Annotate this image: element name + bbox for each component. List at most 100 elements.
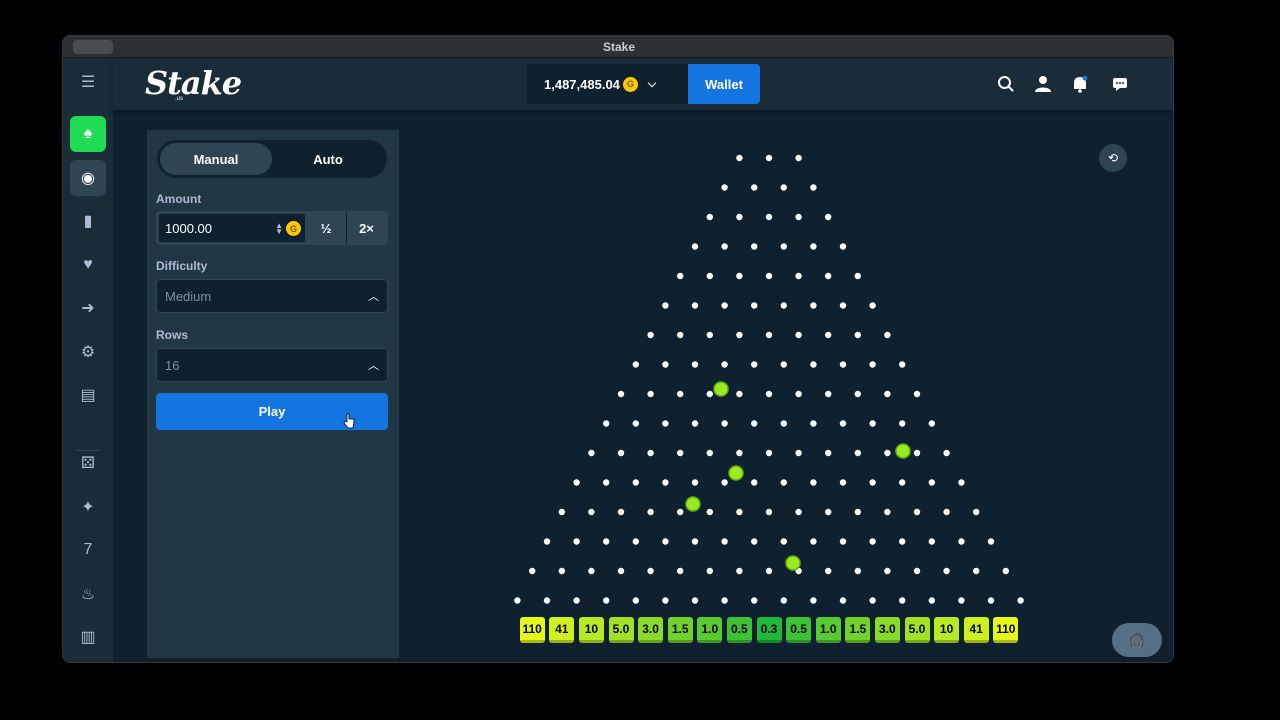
stake-logo[interactable]: Stake	[145, 64, 242, 102]
peg	[765, 449, 773, 457]
plinko-ball	[713, 381, 729, 397]
peg	[706, 390, 713, 398]
plinko-board: ⟲ 110 41 10 5.0 3.0 1.5 1.0 0.5 0.3 0.5 1.0 1.5 3.0 5…	[399, 130, 1141, 658]
peg	[795, 449, 802, 457]
heart-icon[interactable]: ♥	[70, 247, 106, 283]
tab-auto[interactable]: Auto	[272, 143, 384, 175]
peg	[869, 538, 876, 545]
peg	[647, 449, 654, 457]
peg	[543, 538, 551, 545]
peg	[928, 420, 935, 427]
peg	[825, 567, 832, 575]
casino-icon[interactable]: ♠	[70, 116, 106, 152]
peg	[854, 390, 861, 398]
peg	[854, 331, 861, 339]
half-amount-button[interactable]: ½	[306, 211, 346, 245]
peg	[647, 331, 654, 339]
peg	[514, 597, 521, 604]
peg	[691, 538, 699, 545]
arrow-right-icon[interactable]: ➜	[70, 290, 106, 326]
double-amount-button[interactable]: 2×	[346, 211, 386, 245]
peg	[780, 302, 787, 309]
peg	[751, 597, 758, 604]
peg	[869, 361, 876, 368]
hand-cursor-icon	[343, 413, 355, 429]
multiplier-bucket: 1.0	[815, 617, 841, 643]
peg	[765, 154, 773, 162]
gold-coin-icon: G	[286, 221, 301, 236]
sparkle-icon[interactable]: ✦	[70, 489, 106, 525]
bell-icon[interactable]	[1070, 74, 1090, 94]
peg	[943, 508, 950, 516]
peg	[839, 597, 847, 604]
peg	[780, 479, 787, 486]
peg	[647, 390, 654, 398]
peg	[958, 479, 965, 486]
peg	[721, 479, 728, 486]
sevens-icon[interactable]: 7	[70, 532, 106, 568]
peg	[588, 508, 595, 516]
peg	[943, 449, 950, 457]
peg	[913, 567, 921, 575]
rows-select[interactable]: 16 ︿	[156, 348, 388, 382]
peg	[839, 243, 847, 250]
tab-manual[interactable]: Manual	[160, 143, 272, 175]
peg	[706, 331, 713, 339]
wallet-button[interactable]: Wallet	[688, 64, 760, 104]
peg	[869, 479, 876, 486]
multiplier-bucket: 10	[578, 617, 604, 643]
support-headset-icon[interactable]: 🎧	[1112, 623, 1162, 657]
peg	[780, 420, 787, 427]
peg	[928, 538, 935, 545]
peg	[913, 508, 921, 516]
peg	[795, 272, 802, 280]
search-icon[interactable]	[996, 74, 1016, 94]
peg	[854, 567, 861, 575]
chevron-up-icon: ︿	[368, 291, 379, 303]
dice-icon[interactable]: ⚄	[70, 445, 106, 481]
peg	[573, 479, 580, 486]
peg	[810, 302, 817, 309]
peg	[647, 508, 654, 516]
peg	[795, 213, 802, 221]
peg	[558, 567, 565, 575]
sports-icon[interactable]: ◉	[70, 160, 106, 196]
peg	[736, 213, 743, 221]
peg	[603, 597, 610, 604]
fire-icon[interactable]: ♨	[70, 576, 106, 612]
amount-input[interactable]: 1000.00 ▲ ▼ G	[158, 213, 306, 243]
peg	[825, 272, 832, 280]
peg	[795, 390, 802, 398]
difficulty-label: Difficulty	[156, 259, 208, 273]
bookmark-icon[interactable]: ▮	[70, 203, 106, 239]
peg	[928, 479, 935, 486]
notes-icon[interactable]: ▤	[70, 377, 106, 413]
peg	[899, 479, 906, 486]
peg	[839, 302, 847, 309]
user-icon[interactable]	[1033, 74, 1053, 94]
peg	[765, 331, 773, 339]
chat-icon[interactable]	[1110, 74, 1130, 94]
multiplier-bucket: 0.5	[786, 617, 812, 643]
peg	[603, 479, 610, 486]
difficulty-select[interactable]: Medium ︿	[156, 279, 388, 313]
peg	[751, 184, 758, 191]
multiplier-bucket: 110	[519, 617, 545, 643]
peg	[691, 597, 699, 604]
peg	[751, 243, 758, 250]
peg	[795, 154, 802, 162]
balance-selector[interactable]: 1,487,485.04 G ⌵	[527, 64, 689, 104]
peg	[928, 597, 935, 604]
peg	[706, 272, 713, 280]
vest-icon[interactable]: ▥	[70, 619, 106, 655]
peg	[677, 449, 684, 457]
gear-icon[interactable]: ⚙	[70, 334, 106, 370]
app-window: Stake ☰ ♠ ◉ ▮ ♥ ➜ ⚙ ▤ ⚄ ✦ 7 ♨ ▥ Stake .u…	[62, 35, 1174, 663]
peg	[780, 243, 787, 250]
peg	[662, 597, 669, 604]
peg	[691, 479, 699, 486]
stepper-icon[interactable]: ▲ ▼	[275, 222, 283, 236]
peg	[810, 420, 817, 427]
menu-icon[interactable]: ☰	[70, 64, 106, 100]
peg	[869, 597, 876, 604]
